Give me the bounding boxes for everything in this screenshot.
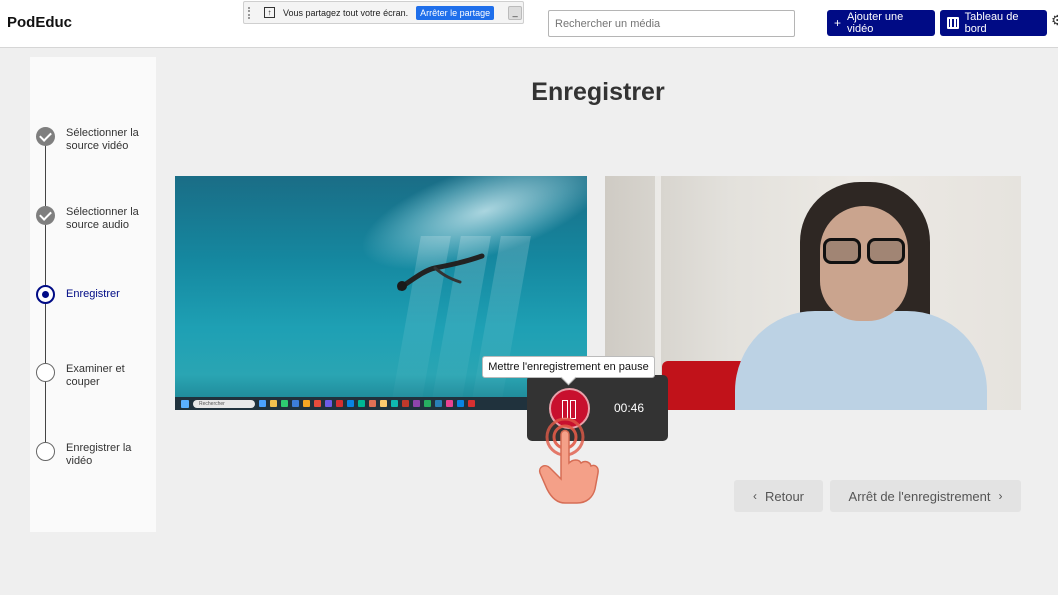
- step-label: Sélectionner la source vidéo: [66, 127, 139, 152]
- webcam-preview: [605, 176, 1021, 410]
- minimize-share-bar-button[interactable]: _: [508, 5, 523, 20]
- app-icon: [391, 400, 398, 407]
- plus-icon: +: [834, 16, 842, 30]
- taskbar-search: Rechercher: [193, 399, 255, 408]
- current-step-icon: [36, 285, 55, 304]
- app-icon: [468, 400, 475, 407]
- step-label: Enregistrer: [66, 288, 120, 300]
- app-icon: [281, 400, 288, 407]
- screen-taskbar: Rechercher: [175, 397, 587, 410]
- app-icon: [314, 400, 321, 407]
- step-select-audio-source: Sélectionner la source audio: [36, 206, 146, 232]
- app-icon: [402, 400, 409, 407]
- add-video-button[interactable]: + Ajouter une vidéo: [827, 10, 935, 36]
- app-icon: [446, 400, 453, 407]
- recording-timer: 00:46: [614, 401, 645, 415]
- empty-circle-icon: [36, 442, 55, 461]
- drag-handle-icon[interactable]: [248, 6, 256, 19]
- chevron-left-icon: ‹: [752, 489, 757, 503]
- page-title: Enregistrer: [531, 78, 665, 106]
- check-circle-icon: [36, 206, 55, 225]
- start-icon: [181, 399, 189, 408]
- glasses: [823, 238, 907, 264]
- app-icon: [336, 400, 343, 407]
- step-label: Sélectionner la source audio: [66, 206, 139, 231]
- dashboard-button[interactable]: Tableau de bord: [940, 10, 1047, 36]
- film-icon: [947, 17, 959, 29]
- back-button[interactable]: ‹ Retour: [734, 480, 823, 512]
- stop-recording-label: Arrêt de l'enregistrement: [848, 488, 991, 504]
- swimmer-image: [397, 253, 485, 291]
- chevron-right-icon: ›: [998, 489, 1003, 503]
- step-save-video: Enregistrer la vidéo: [36, 442, 146, 468]
- search-input[interactable]: [548, 10, 795, 37]
- app-icon: [347, 400, 354, 407]
- step-select-video-source: Sélectionner la source vidéo: [36, 127, 146, 153]
- share-message: Vous partagez tout votre écran.: [283, 7, 409, 18]
- gear-icon[interactable]: ⚙: [1051, 12, 1058, 29]
- step-label: Examiner et couper: [66, 363, 125, 388]
- step-review-and-cut: Examiner et couper: [36, 363, 146, 389]
- check-circle-icon: [36, 127, 55, 146]
- step-record: Enregistrer: [36, 285, 146, 304]
- app-icon: [435, 400, 442, 407]
- back-label: Retour: [764, 488, 805, 504]
- app-icon: [424, 400, 431, 407]
- stop-recording-button[interactable]: Arrêt de l'enregistrement ›: [830, 480, 1021, 512]
- app-icon: [325, 400, 332, 407]
- pause-tooltip: Mettre l'enregistrement en pause: [482, 356, 655, 378]
- app-icon: [413, 400, 420, 407]
- empty-circle-icon: [36, 363, 55, 382]
- app-icon: [358, 400, 365, 407]
- app-icon: [369, 400, 376, 407]
- app-icon: [380, 400, 387, 407]
- app-icon: [292, 400, 299, 407]
- top-header: PodEduc ↑ Vous partagez tout votre écran…: [0, 0, 1058, 48]
- screen-share-bar: ↑ Vous partagez tout votre écran. Arrête…: [243, 1, 524, 24]
- brand-logo[interactable]: PodEduc: [7, 14, 72, 31]
- step-label: Enregistrer la vidéo: [66, 442, 132, 467]
- hand-pointer-icon: [538, 417, 599, 504]
- share-upload-icon: ↑: [264, 7, 275, 18]
- app-icon: [259, 400, 266, 407]
- add-video-label: Ajouter une vidéo: [847, 11, 904, 35]
- app-icon: [457, 400, 464, 407]
- app-icon: [270, 400, 277, 407]
- stop-sharing-button[interactable]: Arrêter le partage: [416, 5, 495, 20]
- app-icon: [303, 400, 310, 407]
- dashboard-label: Tableau de bord: [964, 11, 1019, 35]
